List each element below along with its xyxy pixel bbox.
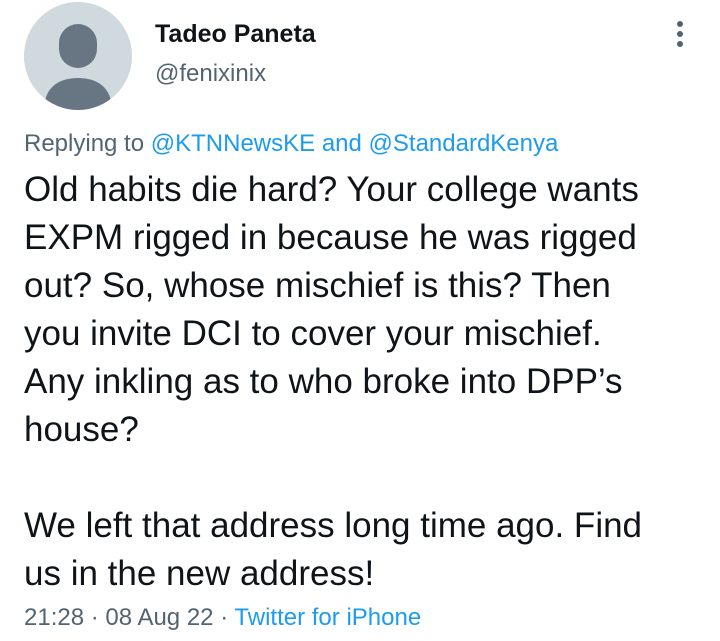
mention-ktnnewske[interactable]: @KTNNewsKE [151, 130, 315, 157]
tweet-text: Old habits die hard? Your college wants … [24, 166, 704, 598]
author-handle[interactable]: @fenixinix [155, 60, 266, 88]
author-display-name[interactable]: Tadeo Paneta [155, 20, 316, 49]
tweet-date[interactable]: 08 Aug 22 [105, 604, 213, 631]
meta-separator-2: · [220, 604, 229, 631]
tweet-meta: 21:28 · 08 Aug 22 · Twitter for iPhone [24, 604, 421, 632]
tweet-paragraph-2: We left that address long time ago. Find… [24, 506, 643, 593]
tweet-time[interactable]: 21:28 [24, 604, 84, 631]
mention-standardkenya[interactable]: @StandardKenya [369, 130, 559, 157]
reply-context: Replying to @KTNNewsKE and @StandardKeny… [24, 130, 558, 158]
default-profile-icon [24, 2, 132, 110]
reply-context-conjunction: and [321, 130, 362, 157]
vertical-ellipsis-icon[interactable] [668, 18, 692, 50]
tweet-source-link[interactable]: Twitter for iPhone [234, 604, 421, 631]
avatar[interactable] [24, 2, 132, 110]
reply-context-prefix: Replying to [24, 130, 145, 157]
tweet-paragraph-1: Old habits die hard? Your college wants … [24, 170, 639, 449]
meta-separator: · [90, 604, 99, 631]
